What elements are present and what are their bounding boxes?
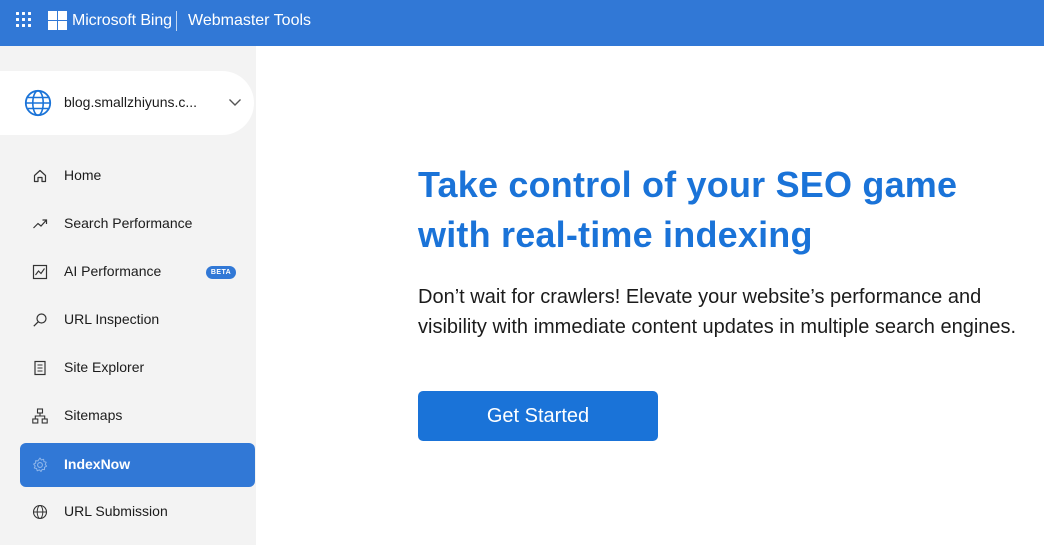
sidebar-item-label: AI Performance — [64, 263, 162, 279]
site-selector[interactable]: blog.smallzhiyuns.c... — [0, 71, 254, 135]
sidebar-item-home[interactable]: Home — [20, 154, 255, 198]
sidebar-item-label: Sitemaps — [64, 407, 123, 423]
sidebar-item-indexnow[interactable]: IndexNow — [20, 443, 255, 487]
top-bar: Microsoft Bing Webmaster Tools — [0, 0, 1044, 46]
globe-icon — [32, 504, 48, 520]
search-icon — [33, 313, 47, 327]
sidebar-item-search-performance[interactable]: Search Performance — [20, 202, 255, 246]
sidebar-item-sitemaps[interactable]: Sitemaps — [20, 394, 255, 438]
headline-line: with real-time indexing — [418, 214, 813, 255]
gear-icon — [33, 457, 48, 472]
sidebar-item-site-explorer[interactable]: Site Explorer — [20, 346, 255, 390]
page-headline: Take control of your SEO game with real-… — [418, 160, 1018, 260]
product-name[interactable]: Webmaster Tools — [188, 11, 311, 31]
sidebar-item-label: Search Performance — [64, 215, 193, 231]
home-icon — [33, 169, 47, 183]
chevron-down-icon[interactable] — [228, 95, 242, 109]
page-description: Don’t wait for crawlers! Elevate your we… — [418, 286, 1017, 338]
trend-icon — [33, 219, 48, 229]
sidebar-item-label: URL Submission — [64, 503, 168, 519]
sidebar: blog.smallzhiyuns.c... Home Search Perfo… — [0, 46, 256, 545]
sidebar-item-url-inspection[interactable]: URL Inspection — [20, 298, 255, 342]
brand-name[interactable]: Microsoft Bing — [72, 11, 172, 31]
sitemap-icon — [32, 408, 48, 424]
site-name: blog.smallzhiyuns.c... — [64, 94, 198, 110]
sidebar-item-label: Home — [64, 167, 102, 183]
headline-line: Take control of your SEO game — [418, 164, 958, 205]
document-icon — [34, 360, 46, 376]
sidebar-item-label: Site Explorer — [64, 359, 145, 375]
sidebar-item-label: IndexNow — [64, 456, 131, 472]
sidebar-item-label: URL Inspection — [64, 311, 160, 327]
globe-icon — [24, 89, 52, 117]
title-divider — [176, 11, 177, 31]
sidebar-item-ai-performance[interactable]: AI Performance BETA — [20, 250, 255, 294]
beta-badge: BETA — [206, 266, 236, 279]
microsoft-logo-icon[interactable] — [48, 11, 67, 30]
ai-chart-icon — [32, 264, 48, 280]
sidebar-item-url-submission[interactable]: URL Submission — [20, 490, 255, 534]
get-started-button[interactable]: Get Started — [418, 391, 658, 441]
app-launcher-icon[interactable] — [16, 12, 32, 28]
